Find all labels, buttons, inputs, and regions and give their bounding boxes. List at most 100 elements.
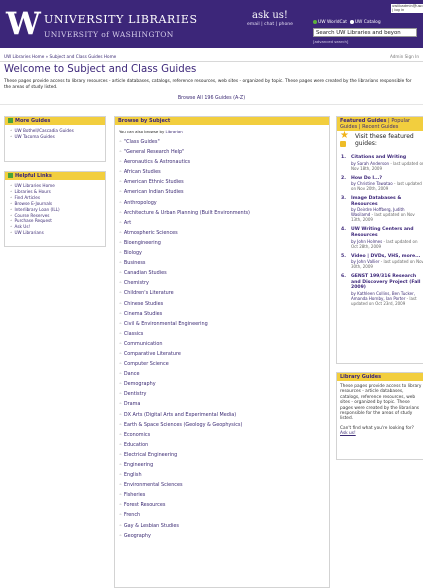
subject-link[interactable]: Canadian Studies bbox=[124, 270, 167, 276]
ask-us-bottom-link[interactable]: Ask us! bbox=[340, 431, 356, 436]
subject-link[interactable]: Cinema Studies bbox=[124, 311, 162, 317]
subject-link[interactable]: Comparative Literature bbox=[124, 351, 181, 357]
subject-link[interactable]: Art bbox=[124, 220, 131, 226]
admin-sign-in-link[interactable]: Admin Sign In bbox=[390, 54, 419, 59]
subject-link[interactable]: Atmospheric Sciences bbox=[124, 230, 178, 236]
radio-worldcat-icon[interactable] bbox=[313, 20, 317, 24]
featured-guide-title[interactable]: GENST 199/316 Research and Discovery Pro… bbox=[351, 274, 423, 291]
subject-link[interactable]: "Class Guides" bbox=[124, 139, 160, 145]
subject-link[interactable]: African Studies bbox=[124, 169, 161, 175]
divider bbox=[0, 104, 423, 105]
helpful-link[interactable]: Purchase Request bbox=[14, 218, 51, 223]
browse-note-text: You can also browse by bbox=[119, 129, 166, 134]
subject-link[interactable]: English bbox=[124, 472, 142, 478]
subject-link[interactable]: Bioengineering bbox=[124, 240, 161, 246]
subject-link[interactable]: Demography bbox=[124, 381, 156, 387]
subject-link[interactable]: Earth & Space Sciences (Geology & Geophy… bbox=[124, 422, 242, 428]
featured-guide-number: 2. bbox=[341, 175, 346, 181]
subject-item: Comparative Literature bbox=[119, 349, 329, 359]
helpful-link[interactable]: Find Articles bbox=[14, 195, 40, 200]
subject-link[interactable]: Dentistry bbox=[124, 391, 147, 397]
subject-link[interactable]: Communication bbox=[124, 341, 163, 347]
subject-item: Demography bbox=[119, 379, 329, 389]
library-guides-body: These pages provide access to library re… bbox=[337, 381, 423, 444]
featured-guide-number: 1. bbox=[341, 155, 346, 160]
more-guides-link[interactable]: UW Tacoma Guides bbox=[14, 134, 54, 139]
subject-link[interactable]: Civil & Environmental Engineering bbox=[124, 321, 208, 327]
subject-item: Chemistry bbox=[119, 278, 329, 288]
subject-item: Computer Science bbox=[119, 359, 329, 369]
subject-link[interactable]: Children's Literature bbox=[124, 290, 174, 296]
ask-us-sub: email | chat | phone bbox=[246, 22, 294, 27]
more-guides-title: More Guides bbox=[15, 118, 51, 124]
subject-item: Chinese Studies bbox=[119, 299, 329, 309]
subject-link[interactable]: Chemistry bbox=[124, 280, 149, 286]
helpful-link[interactable]: UW Libraries Home bbox=[14, 183, 54, 188]
search-input[interactable]: Search UW Libraries and beyon bbox=[313, 28, 417, 37]
subject-link[interactable]: Fisheries bbox=[124, 492, 145, 498]
subject-link[interactable]: Classics bbox=[124, 331, 143, 337]
subject-link[interactable]: French bbox=[124, 512, 140, 518]
helpful-link[interactable]: Ask Us! bbox=[14, 224, 30, 229]
library-name[interactable]: UNIVERSITY LIBRARIES bbox=[44, 13, 198, 26]
breadcrumb[interactable]: UW Libraries Home » Subject and Class Gu… bbox=[4, 54, 116, 59]
subject-link[interactable]: Environmental Sciences bbox=[124, 482, 183, 488]
subject-link[interactable]: Drama bbox=[124, 401, 141, 407]
subject-link[interactable]: "General Research Help" bbox=[124, 149, 184, 155]
subject-link[interactable]: Forest Resources bbox=[124, 502, 166, 508]
sign-in-link[interactable]: uwlibadmin@uw.edu | log in bbox=[391, 4, 423, 13]
subject-item: Communication bbox=[119, 339, 329, 349]
subject-link[interactable]: DX Arts (Digital Arts and Experimental M… bbox=[124, 412, 236, 418]
helpful-link[interactable]: Browse E-Journals bbox=[14, 201, 52, 206]
browse-note: You can also browse by Librarian bbox=[115, 125, 329, 134]
ask-us-link[interactable]: ask us! email | chat | phone bbox=[234, 10, 306, 27]
tab-recent[interactable]: Recent Guides bbox=[362, 124, 398, 130]
featured-intro: ★ Visit these featured guides: bbox=[337, 131, 423, 155]
subject-item: French bbox=[119, 510, 329, 520]
subject-link[interactable]: Business bbox=[124, 260, 146, 266]
helpful-link[interactable]: Course Reserves bbox=[14, 213, 49, 218]
helpful-link[interactable]: Interlibrary Loan (ILL) bbox=[14, 207, 59, 212]
subject-link[interactable]: Chinese Studies bbox=[124, 301, 163, 307]
subject-link[interactable]: Dance bbox=[124, 371, 140, 377]
subject-item: Drama bbox=[119, 399, 329, 409]
university-name[interactable]: UNIVERSITY of WASHINGTON bbox=[44, 30, 174, 39]
subject-link[interactable]: American Ethnic Studies bbox=[124, 179, 184, 185]
subject-link[interactable]: Geography bbox=[124, 533, 151, 539]
subject-link[interactable]: Aeronautics & Astronautics bbox=[124, 159, 190, 165]
subject-link[interactable]: Architecture & Urban Planning (Built Env… bbox=[124, 210, 250, 216]
featured-guide-title[interactable]: Image Databases & Resources bbox=[351, 196, 423, 207]
subject-link[interactable]: Gay & Lesbian Studies bbox=[124, 523, 179, 529]
browse-librarian-link[interactable]: Librarian bbox=[166, 129, 183, 134]
uw-w-logo[interactable]: W bbox=[6, 8, 41, 40]
subject-item: Gay & Lesbian Studies bbox=[119, 521, 329, 531]
star-icon: ★ bbox=[340, 130, 349, 141]
radio-catalog-icon[interactable] bbox=[349, 20, 354, 24]
subject-item: Biology bbox=[119, 248, 329, 258]
subject-item: Education bbox=[119, 440, 329, 450]
box-bullet-icon bbox=[8, 117, 13, 123]
subject-link[interactable]: Engineering bbox=[124, 462, 153, 468]
browse-all-link[interactable]: Browse All 196 Guides (A-Z) bbox=[178, 96, 245, 101]
subject-link[interactable]: American Indian Studies bbox=[124, 189, 184, 195]
more-guides-link[interactable]: UW Bothell/Cascadia Guides bbox=[14, 128, 73, 133]
subject-link[interactable]: Biology bbox=[124, 250, 142, 256]
subject-link[interactable]: Electrical Engineering bbox=[124, 452, 177, 458]
featured-guide-item: 5. Video | DVDs, VHS, more... by John Vall… bbox=[341, 254, 423, 270]
featured-guide-author[interactable]: by Kathleen Collins, Ben Tucker, Amanda … bbox=[351, 291, 415, 301]
featured-guide-title[interactable]: UW Writing Centers and Resources bbox=[351, 227, 423, 238]
helpful-link[interactable]: Libraries & Hours bbox=[14, 189, 50, 194]
subject-link[interactable]: Computer Science bbox=[124, 361, 169, 367]
subject-link[interactable]: Anthropology bbox=[124, 200, 157, 206]
subject-link[interactable]: Economics bbox=[124, 432, 150, 438]
subject-item: Anthropology bbox=[119, 198, 329, 208]
advanced-search-link[interactable]: [advanced search] bbox=[313, 39, 348, 44]
subject-item: Economics bbox=[119, 430, 329, 440]
ask-us-label: ask us! bbox=[252, 10, 288, 21]
helpful-link[interactable]: UW Librarians bbox=[14, 230, 43, 235]
subject-item: Atmospheric Sciences bbox=[119, 228, 329, 238]
guide-icon bbox=[340, 141, 346, 147]
subject-item: Canadian Studies bbox=[119, 268, 329, 278]
subject-link[interactable]: Education bbox=[124, 442, 148, 448]
subject-item: Children's Literature bbox=[119, 288, 329, 298]
